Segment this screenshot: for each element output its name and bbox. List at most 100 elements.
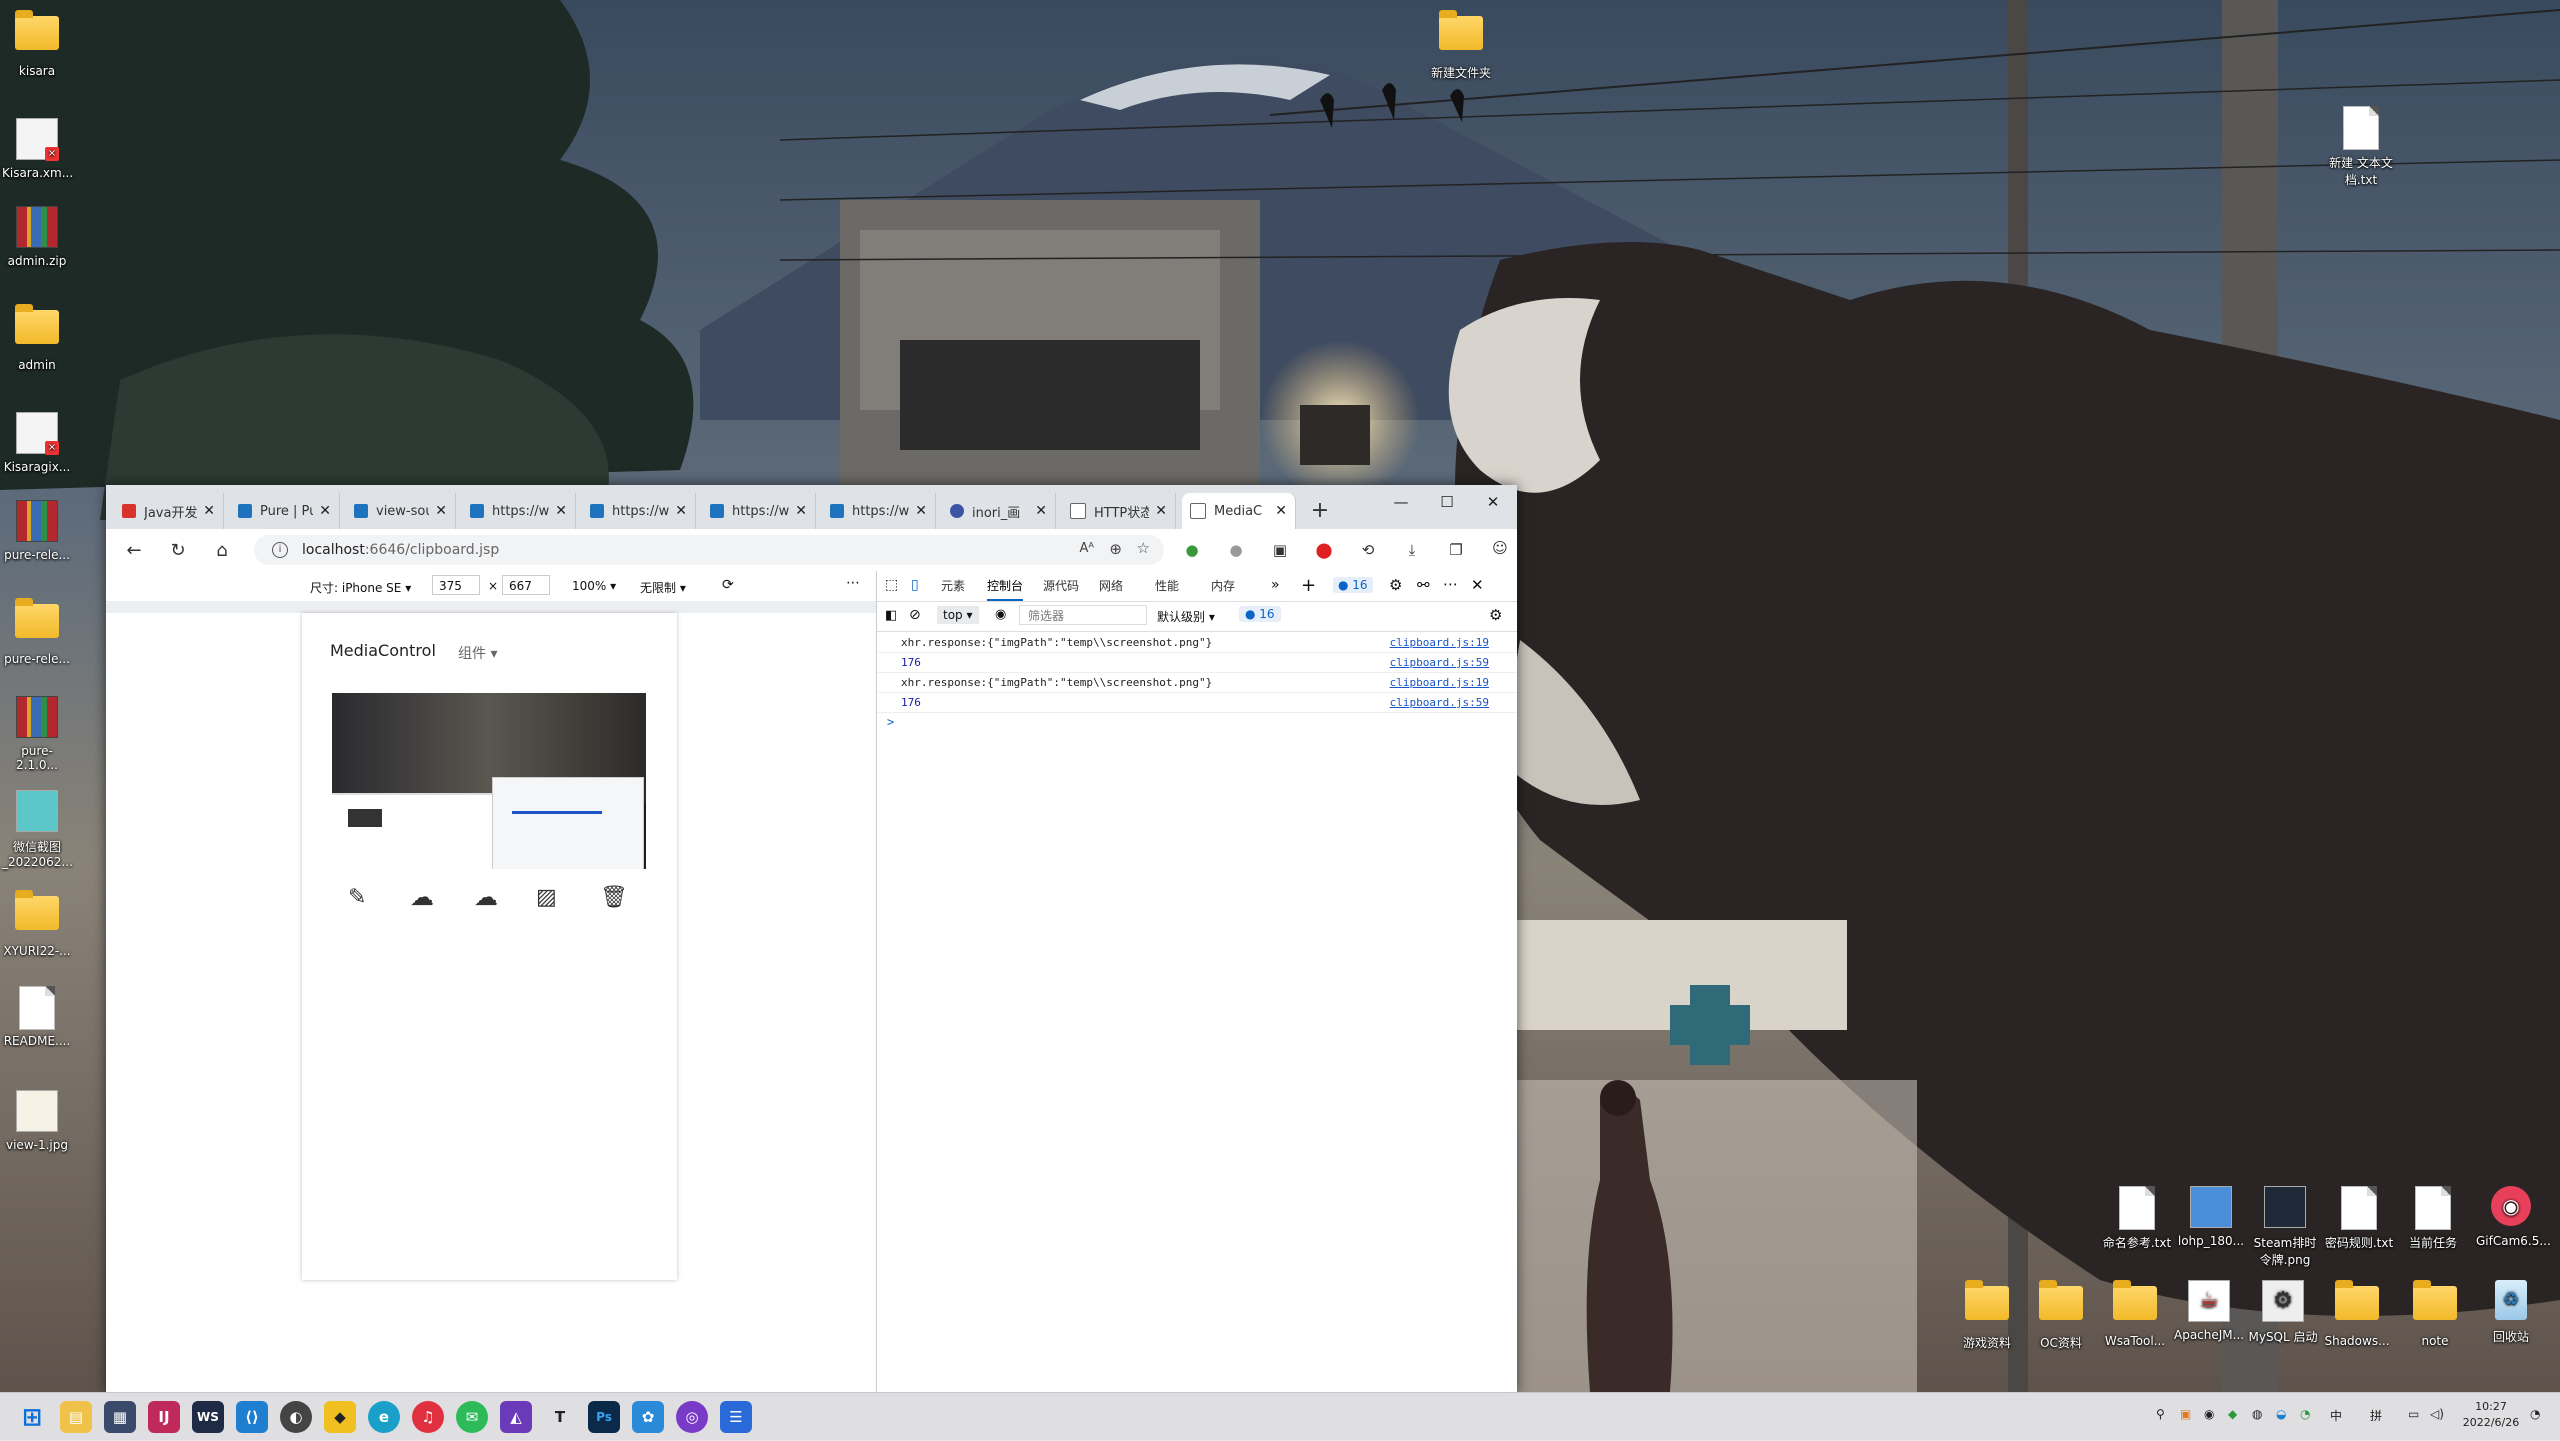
devtools-tab-sources[interactable]: 源代码 xyxy=(1043,571,1079,601)
notepad-icon[interactable]: ☰ xyxy=(720,1401,752,1433)
height-input[interactable]: 667 xyxy=(502,575,550,595)
desktop-icon-kisara-xm[interactable]: × Kisara.xm... xyxy=(2,118,73,180)
desktop-icon-game-data[interactable]: 游戏资料 xyxy=(1952,1280,2022,1351)
volume-icon[interactable]: ◁) xyxy=(2430,1407,2444,1421)
app-icon[interactable]: ◐ xyxy=(280,1401,312,1433)
tab-inori[interactable]: inori_画 ✕ xyxy=(942,493,1056,529)
zoom-icon[interactable]: ⊕ xyxy=(1109,540,1122,558)
close-icon[interactable]: ✕ xyxy=(1155,503,1167,519)
input-method-indicator[interactable]: 拼 xyxy=(2370,1407,2382,1424)
close-devtools-icon[interactable]: ✕ xyxy=(1471,576,1484,594)
tab-pure[interactable]: Pure | Pur ✕ xyxy=(230,493,340,529)
desktop-icon-pure-release-2[interactable]: pure-rele... xyxy=(2,598,72,666)
address-bar[interactable]: i localhost:6646/clipboard.jsp Aᴬ ⊕ ☆ xyxy=(254,535,1164,565)
connect-icon[interactable]: ⚯ xyxy=(1417,576,1430,594)
devtools-tab-memory[interactable]: 内存 xyxy=(1211,571,1235,601)
tray-icon[interactable]: ◒ xyxy=(2276,1407,2286,1421)
desktop-icon-mysql-start[interactable]: ⚙ MySQL 启动 xyxy=(2248,1280,2318,1345)
devtools-menu-icon[interactable]: ⋯ xyxy=(1443,575,1458,593)
tab-mediacontrol[interactable]: MediaC ✕ xyxy=(1182,493,1296,529)
add-tab-icon[interactable]: + xyxy=(1301,575,1316,596)
settings-gear-icon[interactable]: ⚙ xyxy=(1389,576,1402,594)
desktop-icon-naming-ref[interactable]: 命名参考.txt xyxy=(2102,1186,2172,1251)
desktop-icon-password-rules[interactable]: 密码规则.txt xyxy=(2324,1186,2394,1251)
desktop-icon-recycle-bin[interactable]: ♻ 回收站 xyxy=(2476,1280,2546,1345)
close-icon[interactable]: ✕ xyxy=(203,503,215,519)
console-prompt[interactable]: > xyxy=(887,715,894,729)
extension-icon[interactable]: ⬤ xyxy=(1314,540,1334,560)
desktop-icon-kisaragix[interactable]: × Kisaragix... xyxy=(2,412,72,474)
app-icon[interactable]: ◭ xyxy=(500,1401,532,1433)
devtools-tab-performance[interactable]: 性能 xyxy=(1155,571,1179,601)
desktop-icon-steam-token[interactable]: Steam排时令牌.png xyxy=(2250,1186,2320,1268)
tab-https-3[interactable]: https://w ✕ xyxy=(702,493,816,529)
app-icon[interactable]: ◆ xyxy=(324,1401,356,1433)
webstorm-icon[interactable]: WS xyxy=(192,1401,224,1433)
photoshop-icon[interactable]: Ps xyxy=(588,1401,620,1433)
close-window-button[interactable]: ✕ xyxy=(1470,485,1516,519)
input-language-indicator[interactable]: 中 xyxy=(2330,1407,2342,1424)
tray-icon[interactable]: ⚲ xyxy=(2156,1407,2165,1421)
more-options-icon[interactable]: ⋯ xyxy=(846,575,860,591)
desktop-icon-wsatool[interactable]: WsaTool... xyxy=(2100,1280,2170,1348)
console-filter-input[interactable]: 筛选器 xyxy=(1019,605,1147,625)
tray-icon[interactable]: ◍ xyxy=(2252,1407,2262,1421)
messages-badge[interactable]: ● 16 xyxy=(1239,606,1281,622)
devtools-tab-network[interactable]: 网络 xyxy=(1099,571,1123,601)
desktop-icon-new-folder[interactable]: 新建文件夹 xyxy=(1426,10,1496,81)
close-icon[interactable]: ✕ xyxy=(319,503,331,519)
tab-http-status[interactable]: HTTP状态 ✕ xyxy=(1062,493,1176,529)
tray-icon[interactable]: ▣ xyxy=(2180,1407,2191,1421)
issues-badge[interactable]: ● 16 xyxy=(1333,577,1373,593)
app-icon[interactable]: ✿ xyxy=(632,1401,664,1433)
extension-icon[interactable]: ● xyxy=(1226,540,1246,560)
desktop-icon-xyuri22[interactable]: XYURI22-... xyxy=(2,890,72,958)
desktop-icon-pure-release-1[interactable]: pure-rele... xyxy=(2,500,72,562)
typora-icon[interactable]: T xyxy=(544,1401,576,1433)
vscode-icon[interactable]: ⟨⟩ xyxy=(236,1401,268,1433)
desktop-icon-admin[interactable]: admin xyxy=(2,304,72,372)
close-icon[interactable]: ✕ xyxy=(435,503,447,519)
tray-icon[interactable]: ◆ xyxy=(2228,1407,2237,1421)
notification-icon[interactable]: ◔ xyxy=(2530,1407,2540,1421)
devtools-tab-elements[interactable]: 元素 xyxy=(941,571,965,601)
collections-icon[interactable]: ❐ xyxy=(1446,540,1466,560)
edge-icon[interactable]: e xyxy=(368,1401,400,1433)
console-settings-gear-icon[interactable]: ⚙ xyxy=(1489,606,1502,624)
clear-console-icon[interactable]: ⊘ xyxy=(909,607,921,623)
desktop-icon-apachejm[interactable]: ☕ ApacheJM... xyxy=(2174,1280,2244,1342)
network-icon[interactable]: ▭ xyxy=(2408,1407,2419,1421)
app-icon[interactable]: ▦ xyxy=(104,1401,136,1433)
clock[interactable]: 10:27 2022/6/26 xyxy=(2456,1399,2526,1431)
tab-https-2[interactable]: https://w ✕ xyxy=(582,493,696,529)
desktop-icon-current-task[interactable]: 当前任务 xyxy=(2398,1186,2468,1251)
maximize-button[interactable]: ☐ xyxy=(1424,485,1470,519)
close-icon[interactable]: ✕ xyxy=(1035,503,1047,519)
site-info-icon[interactable]: i xyxy=(272,542,288,558)
source-link[interactable]: clipboard.js:59 xyxy=(1390,696,1489,709)
favorite-star-icon[interactable]: ☆ xyxy=(1137,539,1150,557)
tray-icon[interactable]: ◔ xyxy=(2300,1407,2310,1421)
extension-icon[interactable]: ▣ xyxy=(1270,540,1290,560)
more-tabs-icon[interactable]: » xyxy=(1271,577,1280,593)
desktop-icon-gifcam[interactable]: ◉ GifCam6.5... xyxy=(2476,1186,2551,1248)
source-link[interactable]: clipboard.js:59 xyxy=(1390,656,1489,669)
desktop-icon-view-1[interactable]: view-1.jpg xyxy=(2,1090,72,1152)
close-icon[interactable]: ✕ xyxy=(1275,503,1287,519)
tab-https-1[interactable]: https://w ✕ xyxy=(462,493,576,529)
tab-java[interactable]: Java开发手 ✕ xyxy=(114,493,224,529)
refresh-button[interactable]: ↻ xyxy=(164,537,192,565)
desktop-icon-admin-zip[interactable]: admin.zip xyxy=(2,206,72,268)
app-icon[interactable]: ◎ xyxy=(676,1401,708,1433)
sidebar-toggle-icon[interactable]: ◧ xyxy=(885,608,897,623)
read-aloud-icon[interactable]: Aᴬ xyxy=(1080,541,1095,556)
desktop-icon-new-text-doc[interactable]: 新建 文本文档.txt xyxy=(2326,106,2396,188)
intellij-icon[interactable]: IJ xyxy=(148,1401,180,1433)
desktop-icon-wechat-screenshot[interactable]: 微信截图_2022062... xyxy=(2,790,73,869)
live-expression-eye-icon[interactable]: ◉ xyxy=(995,607,1006,622)
context-select[interactable]: top ▾ xyxy=(937,606,979,624)
zoom-select[interactable]: 100% ▾ xyxy=(572,579,616,593)
tab-https-4[interactable]: https://w ✕ xyxy=(822,493,936,529)
tray-icon[interactable]: ◉ xyxy=(2204,1407,2214,1421)
file-explorer-icon[interactable]: ▤ xyxy=(60,1401,92,1433)
